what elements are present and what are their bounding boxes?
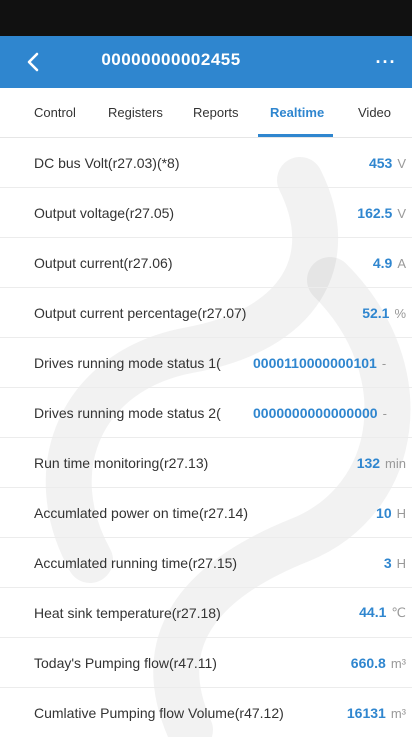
- page-title: 00000000002455: [101, 50, 241, 69]
- parameter-label: Run time monitoring(r27.13): [34, 454, 209, 471]
- parameter-value: 10 H: [376, 504, 406, 521]
- parameter-value: 660.8 m³: [350, 654, 406, 671]
- parameter-value: 0000110000000101-: [253, 354, 387, 371]
- status-bar: [0, 0, 412, 36]
- parameter-label: Today's Pumping flow(r47.11): [34, 654, 217, 671]
- tab-video[interactable]: Video: [358, 88, 391, 137]
- parameter-label: Heat sink temperature(r27.18): [34, 604, 221, 621]
- parameter-label: Accumlated running time(r27.15): [34, 554, 238, 571]
- parameter-label: Cumlative Pumping flow Volume(r47.12): [34, 705, 284, 721]
- tab-control[interactable]: Control: [34, 88, 76, 137]
- parameter-label: Drives running mode status 1(: [34, 354, 221, 371]
- list-item: Accumlated power on time(r27.14) 10 H: [0, 488, 412, 538]
- parameter-value: 4.9 A: [372, 254, 406, 271]
- list-item: Run time monitoring(r27.13) 132 min: [0, 438, 412, 488]
- parameter-label: Drives running mode status 2(: [34, 404, 221, 421]
- parameter-value: 162.5 V: [357, 204, 406, 221]
- parameter-value: 0000000000000000-: [253, 404, 387, 421]
- parameter-label: Output current percentage(r27.07): [34, 304, 247, 321]
- tab-bar: Control Registers Reports Realtime Video: [0, 88, 412, 138]
- app-bar: 00000000002455 ···: [0, 36, 412, 88]
- list-item: DC bus Volt(r27.03)(*8) 453 V: [0, 138, 412, 188]
- tab-realtime[interactable]: Realtime: [270, 88, 324, 137]
- list-item: Drives running mode status 1( 0000110000…: [0, 338, 412, 388]
- realtime-list: DC bus Volt(r27.03)(*8) 453 V Output volt…: [0, 138, 412, 738]
- parameter-value: 44.1 ℃: [359, 604, 406, 620]
- parameter-value: 3H: [383, 554, 406, 571]
- parameter-label: Accumlated power on time(r27.14): [34, 504, 248, 521]
- tab-reports[interactable]: Reports: [193, 88, 239, 137]
- list-item: Drives running mode status 2( 0000000000…: [0, 388, 412, 438]
- list-item: Output voltage(r27.05) 162.5 V: [0, 188, 412, 238]
- parameter-value: 52.1%: [362, 304, 406, 321]
- list-item: Output current percentage(r27.07) 52.1%: [0, 288, 412, 338]
- list-item: Today's Pumping flow(r47.11) 660.8 m³: [0, 638, 412, 688]
- parameter-label: DC bus Volt(r27.03)(*8): [34, 154, 180, 171]
- list-item: Cumlative Pumping flow Volume(r47.12) 16…: [0, 688, 412, 738]
- more-options-button[interactable]: ···: [368, 48, 404, 76]
- list-item: Accumlated running time(r27.15) 3H: [0, 538, 412, 588]
- parameter-label: Output voltage(r27.05): [34, 204, 175, 221]
- list-item: Output current(r27.06) 4.9 A: [0, 238, 412, 288]
- active-tab-indicator: [258, 134, 333, 137]
- parameter-label: Output current(r27.06): [34, 254, 173, 271]
- list-item: Heat sink temperature(r27.18) 44.1 ℃: [0, 588, 412, 638]
- parameter-value: 132 min: [356, 454, 406, 471]
- parameter-value: 453 V: [368, 154, 406, 171]
- parameter-value: 16131 m³: [346, 705, 406, 721]
- tab-registers[interactable]: Registers: [108, 88, 163, 137]
